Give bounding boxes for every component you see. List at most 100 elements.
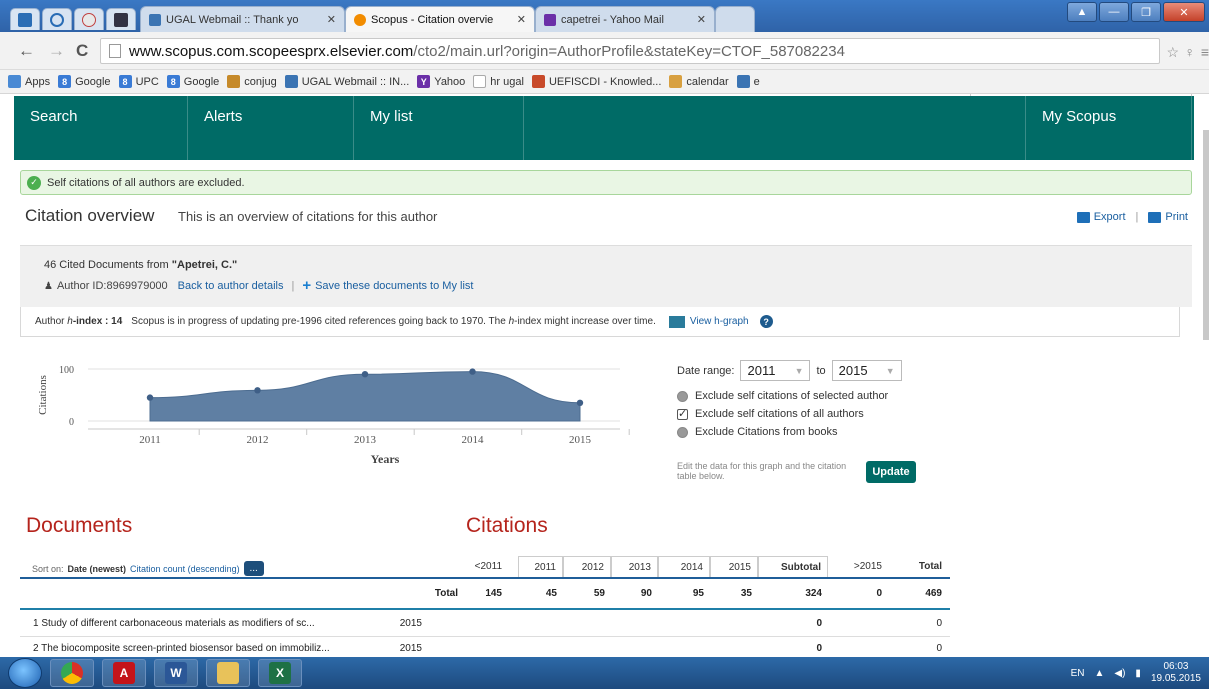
tray-arrow-icon[interactable]: ▲ <box>1094 668 1104 679</box>
document-year: 2015 <box>399 643 422 654</box>
start-button[interactable] <box>8 658 42 688</box>
nav-my-list[interactable]: My list <box>354 96 524 160</box>
new-tab-button[interactable] <box>715 6 755 32</box>
col-header: 2013 <box>611 556 658 577</box>
bookmark-e[interactable]: e <box>736 75 760 88</box>
clock[interactable]: 06:03 19.05.2015 <box>1151 661 1201 685</box>
volume-icon[interactable]: ◀) <box>1114 668 1125 679</box>
dropdown-caret-icon: ▼ <box>885 365 895 376</box>
tab-yahoo-mail[interactable]: capetrei - Yahoo Mail ✕ <box>535 6 715 32</box>
more-sort-options-button[interactable]: ... <box>243 561 264 576</box>
document-year: 2015 <box>399 618 422 629</box>
from-year-select[interactable]: 2011 ▼ <box>740 360 811 381</box>
back-to-author-link[interactable]: Back to author details <box>178 280 284 292</box>
bookmark-uefiscdi[interactable]: UEFISCDI - Knowled... <box>531 75 661 88</box>
pinned-tab-3[interactable] <box>74 8 104 30</box>
bookmark-calendar[interactable]: calendar <box>669 75 729 88</box>
help-icon[interactable]: ? <box>759 315 773 328</box>
checkbox-checked[interactable] <box>677 407 688 420</box>
bookmark-label: Yahoo <box>434 75 466 88</box>
url-input[interactable]: www.scopus.com.scopeesprx.elsevier.com/c… <box>100 38 1160 64</box>
bookmark-apps[interactable]: Apps <box>8 75 50 88</box>
x-tick-label: 2014 <box>462 434 485 446</box>
nav-alerts[interactable]: Alerts <box>188 96 354 160</box>
menu-icon[interactable]: ≡ <box>1201 44 1209 60</box>
mail-icon <box>544 13 556 26</box>
pinned-tab-4[interactable] <box>106 8 136 30</box>
scopus-nav-bar: Search Alerts My list My Scopus <box>14 96 1194 160</box>
view-h-graph-link[interactable]: View h-graph <box>690 316 749 327</box>
total-cell: 469 <box>925 588 942 599</box>
person-icon: ♟ <box>44 280 53 292</box>
forward-arrow-icon[interactable]: → <box>48 41 65 61</box>
tab-scopus[interactable]: Scopus - Citation overvie ✕ <box>345 6 535 32</box>
reload-icon[interactable]: C <box>76 41 88 61</box>
exclude-selected-author-option[interactable]: Exclude self citations of selected autho… <box>677 390 902 402</box>
maximize-button[interactable]: ❐ <box>1131 2 1161 22</box>
document-total: 0 <box>936 618 942 629</box>
col-header: 2011 <box>518 556 563 577</box>
close-tab-icon[interactable]: ✕ <box>517 13 526 26</box>
bookmark-google-2[interactable]: 8 Google <box>166 75 220 88</box>
taskbar-excel[interactable]: X <box>258 659 302 687</box>
nav-spacer <box>524 96 1026 160</box>
bookmark-upc[interactable]: 8 UPC <box>118 75 159 88</box>
webmail-icon <box>149 13 161 26</box>
print-icon <box>1148 211 1162 223</box>
profile-icon[interactable]: ▲ <box>1067 2 1097 22</box>
back-arrow-icon[interactable]: ← <box>18 41 35 61</box>
author-links: ♟ Author ID:8969979000 Back to author de… <box>44 278 473 293</box>
total-cell: 35 <box>740 588 752 599</box>
bookmark-ugal-webmail[interactable]: UGAL Webmail :: IN... <box>284 75 409 88</box>
extension-icon[interactable]: ♀ <box>1185 44 1196 60</box>
language-indicator[interactable]: EN <box>1071 668 1085 679</box>
bookmark-hr-ugal[interactable]: hr ugal <box>473 75 524 88</box>
sort-citation-count-option[interactable]: Citation count (descending) <box>130 564 240 574</box>
close-window-button[interactable]: ✕ <box>1163 2 1205 22</box>
taskbar-word[interactable]: W <box>154 659 198 687</box>
x-tick-label: 2011 <box>139 434 161 446</box>
sort-date-option[interactable]: Date (newest) <box>68 564 127 574</box>
bookmark-yahoo[interactable]: Y Yahoo <box>417 75 465 88</box>
star-icon[interactable]: ☆ <box>1166 44 1179 61</box>
bookmark-google[interactable]: 8 Google <box>58 75 111 88</box>
book-icon <box>227 75 241 88</box>
checkbox[interactable] <box>677 426 688 438</box>
update-button[interactable]: Update <box>866 461 916 483</box>
taskbar-explorer[interactable] <box>206 659 250 687</box>
pinned-tab-1[interactable] <box>10 8 40 30</box>
bookmark-label: Google <box>183 75 220 88</box>
x-tick-label: 2012 <box>247 434 269 446</box>
save-to-list-link[interactable]: Save these documents to My list <box>315 280 473 292</box>
exclude-all-authors-option[interactable]: Exclude self citations of all authors <box>677 407 902 420</box>
exclude-books-option[interactable]: Exclude Citations from books <box>677 426 902 438</box>
nav-search[interactable]: Search <box>14 96 188 160</box>
col-header: 2015 <box>710 556 758 577</box>
document-title-link[interactable]: 2 The biocomposite screen-printed biosen… <box>33 643 330 654</box>
col-header: 2014 <box>658 556 710 577</box>
to-year-select[interactable]: 2015 ▼ <box>831 360 902 381</box>
export-link[interactable]: Export <box>1094 211 1126 223</box>
bookmark-conjug[interactable]: conjug <box>227 75 277 88</box>
print-link[interactable]: Print <box>1165 211 1188 223</box>
page-scrollbar[interactable] <box>1203 130 1209 340</box>
divider: | <box>291 280 295 292</box>
network-icon[interactable]: ▮ <box>1135 668 1141 679</box>
close-tab-icon[interactable]: ✕ <box>697 13 706 26</box>
address-bar: ← → C www.scopus.com.scopeesprx.elsevier… <box>0 32 1209 70</box>
row-divider <box>20 636 950 637</box>
browser-tab-strip: UGAL Webmail :: Thank yo ✕ Scopus - Cita… <box>0 0 1209 32</box>
citations-heading: Citations <box>466 514 548 537</box>
page-subtitle: This is an overview of citations for thi… <box>178 209 438 224</box>
window-controls: ▲ — ❐ ✕ <box>1067 2 1205 22</box>
nav-my-scopus[interactable]: My Scopus <box>1026 96 1192 160</box>
pinned-tab-2[interactable] <box>42 8 72 30</box>
checkbox[interactable] <box>677 390 688 402</box>
document-title-link[interactable]: 1 Study of different carbonaceous materi… <box>33 618 315 629</box>
close-tab-icon[interactable]: ✕ <box>327 13 336 26</box>
tab-ugal-webmail[interactable]: UGAL Webmail :: Thank yo ✕ <box>140 6 345 32</box>
total-cell: 59 <box>593 588 605 599</box>
minimize-button[interactable]: — <box>1099 2 1129 22</box>
taskbar-chrome[interactable] <box>50 659 94 687</box>
taskbar-acrobat[interactable]: A <box>102 659 146 687</box>
